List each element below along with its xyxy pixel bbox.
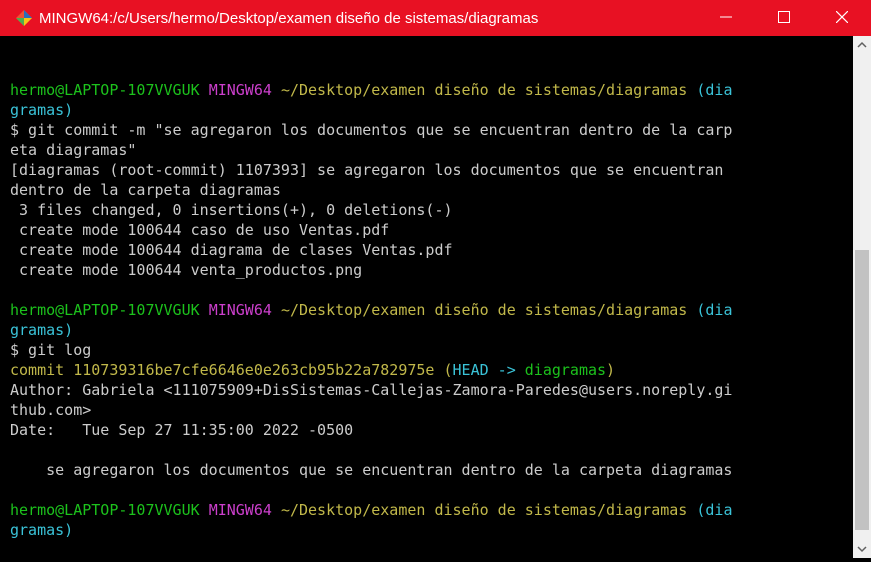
log-author-wrap: thub.com> xyxy=(10,401,92,419)
window-controls xyxy=(697,0,871,36)
chevron-up-icon xyxy=(853,39,871,58)
log-author: Author: Gabriela <111075909+DisSistemas-… xyxy=(10,381,733,399)
log-commit-line: commit 110739316be7cfe6646e0e263cb95b22a… xyxy=(10,360,615,380)
commit-summary: 3 files changed, 0 insertions(+), 0 dele… xyxy=(10,201,453,219)
prompt-branch: (dia xyxy=(696,81,733,99)
scroll-up-button[interactable] xyxy=(853,36,871,54)
close-icon xyxy=(835,10,849,27)
prompt-path: ~/Desktop/examen diseño de sistemas/diag… xyxy=(280,301,688,319)
prompt-line: hermo@LAPTOP-107VVGUK MINGW64 ~/Desktop/… xyxy=(10,500,732,520)
commit-hash-close: ) xyxy=(606,361,616,379)
git-bash-icon xyxy=(15,9,33,27)
minimize-icon xyxy=(720,10,732,27)
commit-result-wrap: dentro de la carpeta diagramas xyxy=(10,181,281,199)
created-file: create mode 100644 venta_productos.png xyxy=(10,261,363,279)
prompt-branch: (dia xyxy=(696,501,733,519)
log-command: $ git log xyxy=(10,341,92,359)
commit-command: $ git commit -m "se agregaron los docume… xyxy=(10,121,733,139)
prompt-line: hermo@LAPTOP-107VVGUK MINGW64 ~/Desktop/… xyxy=(10,300,732,320)
commit-command-wrap: eta diagramas" xyxy=(10,141,137,159)
prompt-user-host: hermo@LAPTOP-107VVGUK xyxy=(10,81,200,99)
prompt-line: hermo@LAPTOP-107VVGUK MINGW64 ~/Desktop/… xyxy=(10,80,732,100)
prompt-shell: MINGW64 xyxy=(208,301,272,319)
commit-result: [diagramas (root-commit) 1107393] se agr… xyxy=(10,161,724,179)
log-message: se agregaron los documentos que se encue… xyxy=(10,461,733,479)
minimize-button[interactable] xyxy=(697,0,755,36)
title-bar[interactable]: MINGW64:/c/Users/hermo/Desktop/examen di… xyxy=(0,0,871,36)
prompt-branch-wrap: gramas) xyxy=(10,101,74,119)
prompt-path: ~/Desktop/examen diseño de sistemas/diag… xyxy=(280,81,688,99)
scrollbar-thumb[interactable] xyxy=(855,250,869,530)
prompt-user-host: hermo@LAPTOP-107VVGUK xyxy=(10,501,200,519)
terminal-output[interactable]: hermo@LAPTOP-107VVGUK MINGW64 ~/Desktop/… xyxy=(0,36,853,558)
head-ref: HEAD -> xyxy=(452,361,525,379)
created-file: create mode 100644 caso de uso Ventas.pd… xyxy=(10,221,390,239)
prompt-shell: MINGW64 xyxy=(208,501,272,519)
prompt-branch-wrap: gramas) xyxy=(10,321,74,339)
maximize-icon xyxy=(778,10,790,27)
chevron-down-icon xyxy=(853,543,871,562)
prompt-path: ~/Desktop/examen diseño de sistemas/diag… xyxy=(280,501,688,519)
close-button[interactable] xyxy=(813,0,871,36)
window-title: MINGW64:/c/Users/hermo/Desktop/examen di… xyxy=(39,9,539,27)
prompt-shell: MINGW64 xyxy=(208,81,272,99)
created-file: create mode 100644 diagrama de clases Ve… xyxy=(10,241,453,259)
commit-hash: commit 110739316be7cfe6646e0e263cb95b22a… xyxy=(10,361,453,379)
maximize-button[interactable] xyxy=(755,0,813,36)
prompt-user-host: hermo@LAPTOP-107VVGUK xyxy=(10,301,200,319)
prompt-branch-wrap: gramas) xyxy=(10,521,74,539)
prompt-branch: (dia xyxy=(696,301,733,319)
scroll-down-button[interactable] xyxy=(853,540,871,558)
log-date: Date: Tue Sep 27 11:35:00 2022 -0500 xyxy=(10,421,354,439)
branch-ref: diagramas xyxy=(524,361,607,379)
vertical-scrollbar[interactable] xyxy=(853,36,871,558)
